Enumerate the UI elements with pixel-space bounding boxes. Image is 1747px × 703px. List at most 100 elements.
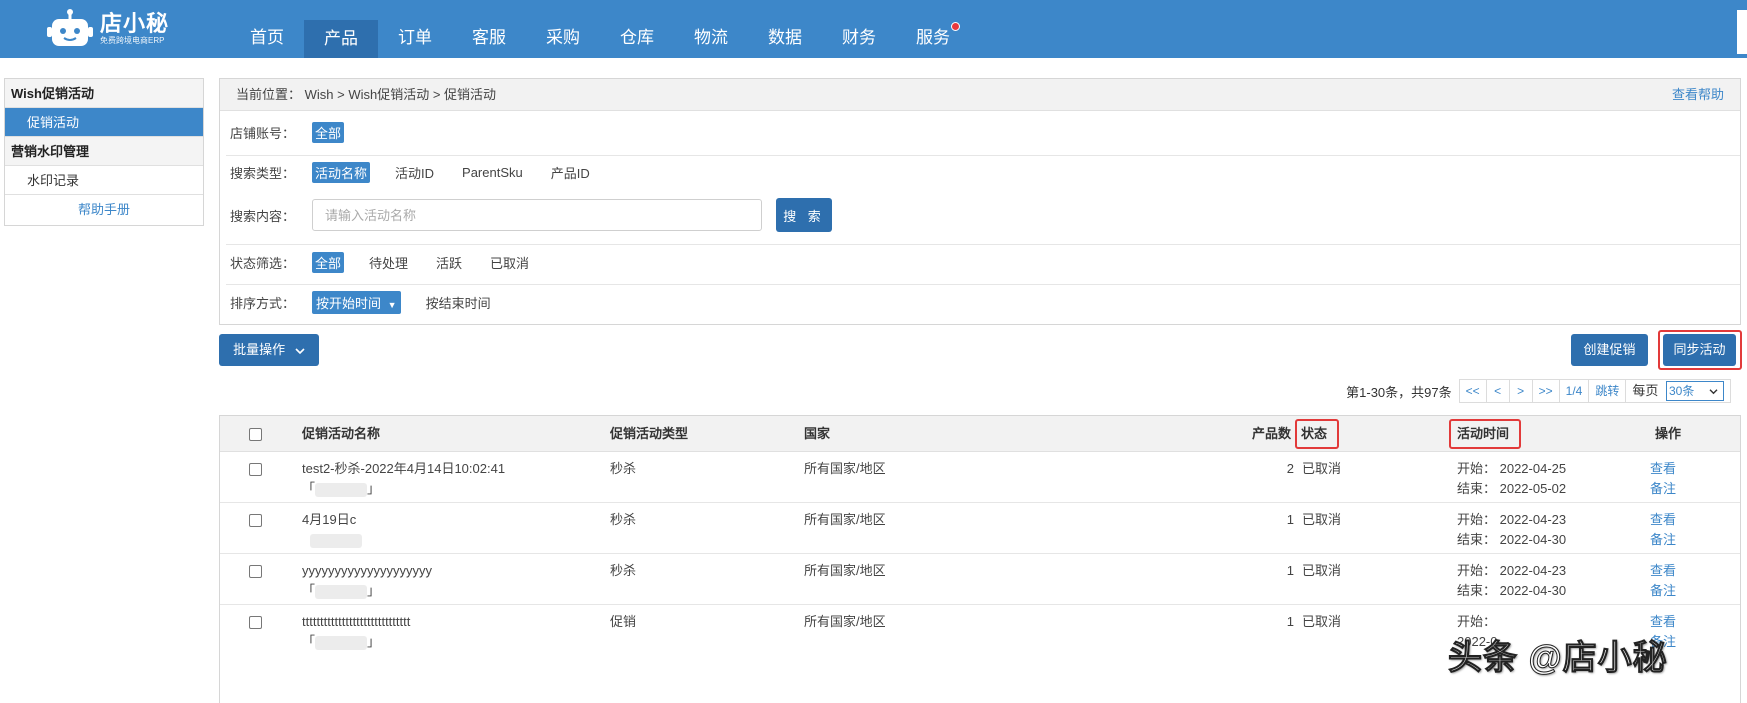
sidebar-item-watermark-records[interactable]: 水印记录: [5, 166, 203, 195]
chevron-down-icon: [295, 347, 305, 354]
shop-label: 店铺账号：: [230, 125, 296, 141]
view-help-link[interactable]: 查看帮助: [1672, 79, 1724, 111]
select-all-checkbox[interactable]: [249, 428, 262, 441]
robot-logo-icon: [47, 9, 93, 46]
product-count: 1: [1286, 614, 1294, 629]
status: 已取消: [1302, 563, 1342, 578]
caret-down-icon: ▼: [387, 299, 397, 310]
status-option-active[interactable]: 活跃: [433, 252, 465, 273]
activity-type: 秒杀: [610, 563, 637, 578]
row-checkbox[interactable]: [249, 463, 262, 476]
activity-name: tttttttttttttttttttttttttttttt: [302, 614, 411, 629]
breadcrumb-text: 当前位置： Wish > Wish促销活动 > 促销活动: [236, 87, 497, 102]
country: 所有国家/地区: [804, 563, 886, 578]
table-row: yyyyyyyyyyyyyyyyyyyy 「」 秒杀 所有国家/地区 1 已取消…: [220, 554, 1740, 605]
nav-finance[interactable]: 财务: [822, 0, 896, 58]
activity-name: yyyyyyyyyyyyyyyyyyyy: [302, 563, 432, 578]
top-right-edge: [1737, 10, 1747, 54]
shop-bracket-close: 」: [367, 634, 381, 649]
batch-operations-button[interactable]: 批量操作: [219, 334, 319, 366]
search-type-parent-sku[interactable]: ParentSku: [459, 164, 526, 181]
redacted-shop: [315, 482, 368, 497]
sort-selected-label: 按开始时间: [316, 295, 382, 311]
next-page-button[interactable]: >: [1508, 379, 1533, 403]
nav-customer-service[interactable]: 客服: [452, 0, 526, 58]
logo-name: 店小秘: [100, 11, 170, 36]
divider: [226, 155, 1740, 156]
shop-bracket-open: 「: [302, 634, 316, 649]
end-time: 结束： 2022-05-02: [1457, 481, 1567, 496]
activity-type: 秒杀: [610, 461, 637, 476]
sort-by-start-time-dropdown[interactable]: 按开始时间 ▼: [312, 290, 401, 314]
prev-page-button[interactable]: <: [1485, 379, 1510, 403]
nav-orders[interactable]: 订单: [378, 0, 452, 58]
nav-warehouse[interactable]: 仓库: [600, 0, 674, 58]
create-promotion-button[interactable]: 创建促销: [1571, 334, 1648, 366]
sidebar-help-manual-link[interactable]: 帮助手册: [5, 195, 203, 225]
shop-name: 「」: [302, 479, 505, 499]
sidebar-group-wish-promotions: Wish促销活动: [5, 79, 203, 108]
logo[interactable]: 店小秘 免费跨境电商ERP: [46, 6, 186, 52]
status-option-cancelled[interactable]: 已取消: [487, 252, 532, 273]
search-type-label: 搜索类型：: [230, 165, 296, 181]
shop-option-all[interactable]: 全部: [312, 121, 345, 143]
end-time: 结束： 2022-04-30: [1457, 583, 1567, 598]
start-time: 开始：: [1457, 614, 1497, 629]
table-row: 4月19日c 秒杀 所有国家/地区 1 已取消 开始： 2022-04-23 结…: [220, 503, 1740, 554]
note-link[interactable]: 备注: [1650, 581, 1676, 601]
view-link[interactable]: 查看: [1650, 510, 1676, 530]
note-link[interactable]: 备注: [1650, 530, 1676, 550]
sidebar-item-promotions[interactable]: 促销活动: [5, 108, 203, 137]
start-time: 开始： 2022-04-23: [1457, 512, 1567, 527]
header-product-count: 产品数: [1252, 426, 1292, 441]
header-name: 促销活动名称: [302, 426, 381, 441]
shop-bracket-close: 」: [367, 481, 381, 496]
redacted-shop: [310, 533, 362, 548]
redacted-shop: [315, 584, 368, 599]
filter-panel: 当前位置： Wish > Wish促销活动 > 促销活动 查看帮助 店铺账号： …: [219, 78, 1741, 325]
row-checkbox[interactable]: [249, 565, 262, 578]
view-link[interactable]: 查看: [1650, 561, 1676, 581]
row-checkbox[interactable]: [249, 616, 262, 629]
search-type-activity-id[interactable]: 活动ID: [392, 162, 437, 183]
nav-logistics[interactable]: 物流: [674, 0, 748, 58]
nav-purchasing[interactable]: 采购: [526, 0, 600, 58]
table-header: 促销活动名称 促销活动类型 国家 产品数 状态 活动时间 操作: [220, 416, 1740, 452]
status-option-pending[interactable]: 待处理: [366, 252, 411, 273]
header-country: 国家: [804, 426, 831, 441]
product-count: 1: [1286, 563, 1294, 578]
status-option-all[interactable]: 全部: [312, 251, 345, 273]
search-button[interactable]: 搜 索: [776, 198, 832, 232]
jump-button[interactable]: 跳转: [1588, 379, 1627, 403]
view-link[interactable]: 查看: [1650, 459, 1676, 479]
search-type-product-id[interactable]: 产品ID: [548, 162, 593, 183]
nav-data[interactable]: 数据: [748, 0, 822, 58]
sidebar-group-watermark: 营销水印管理: [5, 137, 203, 166]
nav-services[interactable]: 服务: [896, 0, 970, 58]
header-type: 促销活动类型: [610, 426, 689, 441]
row-checkbox[interactable]: [249, 514, 262, 527]
search-input[interactable]: [312, 199, 762, 231]
per-page-select[interactable]: 30条: [1666, 381, 1724, 401]
page-indicator[interactable]: 1/4: [1558, 379, 1590, 403]
per-page-label: 每页 30条: [1625, 379, 1731, 403]
divider: [226, 284, 1740, 285]
view-link[interactable]: 查看: [1650, 612, 1676, 632]
note-link[interactable]: 备注: [1650, 479, 1676, 499]
search-type-activity-name[interactable]: 活动名称: [312, 161, 371, 183]
nav-products[interactable]: 产品: [304, 20, 378, 58]
status-label: 状态筛选：: [230, 255, 296, 271]
watermark-text: 头条 @店小秘: [1448, 639, 1668, 678]
filter-row-sort: 排序方式： 按开始时间 ▼ 按结束时间: [220, 289, 1740, 315]
nav-home[interactable]: 首页: [230, 0, 304, 58]
main-nav: 首页 产品 订单 客服 采购 仓库 物流 数据 财务 服务: [230, 0, 970, 58]
chevron-down-icon: [1709, 389, 1718, 395]
shop-bracket-open: 「: [302, 583, 316, 598]
per-page-value: 30条: [1669, 384, 1695, 398]
batch-operations-label: 批量操作: [233, 342, 286, 357]
first-page-button[interactable]: <<: [1458, 379, 1487, 403]
last-page-button[interactable]: >>: [1531, 379, 1560, 403]
sort-label: 排序方式：: [230, 295, 296, 311]
sort-by-end-time[interactable]: 按结束时间: [423, 292, 494, 313]
activity-type: 秒杀: [610, 512, 637, 527]
